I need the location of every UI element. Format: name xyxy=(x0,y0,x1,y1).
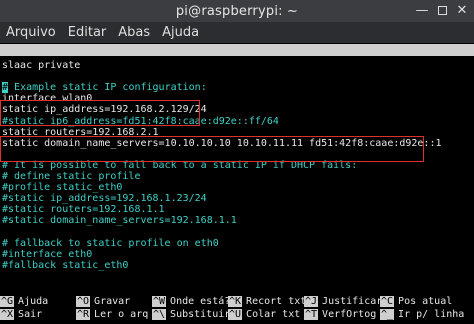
shortcut-label: Ler o arq xyxy=(94,309,149,320)
shortcut-label: Pos atual xyxy=(398,296,453,307)
maximize-icon[interactable] xyxy=(434,3,450,19)
editor-line: # define static profile xyxy=(2,171,141,182)
editor-line: slaac private xyxy=(2,60,81,71)
shortcut-key: ^G xyxy=(0,296,15,307)
shortcut-label: Recort txt xyxy=(246,296,307,307)
shortcut-item: ^X Sair xyxy=(0,309,42,321)
editor-line: #static ip_address=192.168.1.23/24 xyxy=(2,193,207,205)
close-icon[interactable]: ✕ xyxy=(454,3,470,19)
editor-line: static domain_name_servers=10.10.10.10 1… xyxy=(2,137,442,149)
editor-line: # fallback to static profile on eth0 xyxy=(2,237,219,249)
editor-line: #fallback static_eth0 xyxy=(2,259,129,271)
minimize-icon[interactable]: — xyxy=(414,3,430,19)
editor-line: #static domain_name_servers=192.168.1.1 xyxy=(2,215,237,227)
editor-line-text: Example static IP configuration: xyxy=(8,82,207,94)
shortcut-item: ^_ Ir p/ linha xyxy=(380,309,464,321)
editor-line: interface wlan0 xyxy=(2,93,93,105)
shortcut-item: ^\ Substituir xyxy=(152,309,230,321)
shortcut-key: ^T xyxy=(304,309,319,320)
menu-item-editar[interactable]: Editar xyxy=(68,25,107,40)
window-title: pi@raspberrypi: ~ xyxy=(175,3,299,19)
editor-line: # Example static IP configuration: xyxy=(2,82,207,94)
shortcut-item: ^G Ajuda xyxy=(0,296,48,308)
shortcut-item: ^K Recort txt xyxy=(228,296,306,308)
editor-line: # It is possible to fall back to a stati… xyxy=(2,159,358,171)
shortcut-label: Colar txt xyxy=(246,309,301,320)
shortcut-item: ^R Ler o arq xyxy=(76,309,148,321)
shortcut-key: ^U xyxy=(228,309,243,320)
editor-line: static routers=192.168.2.1 xyxy=(2,126,159,138)
editor-line: #static ip6_address=fd51:42f8:caae:d92e:… xyxy=(2,115,279,127)
shortcut-key: ^J xyxy=(304,296,319,307)
editor-line: #interface eth0 xyxy=(2,248,93,260)
shortcut-item: ^T VerfOrtog xyxy=(304,309,376,321)
shortcut-key: ^R xyxy=(76,309,91,320)
shortcut-item: ^J Justificar xyxy=(304,296,382,308)
shortcut-key: ^C xyxy=(380,296,395,307)
editor-line: static ip_address=192.168.2.129/24 xyxy=(2,104,207,116)
shortcut-label: Justificar xyxy=(322,296,383,307)
shortcut-label: Gravar xyxy=(94,296,131,307)
nano-header: GNU nano 3.2 /etc/dhcpcd.conf xyxy=(0,44,474,79)
shortcut-key: ^\ xyxy=(152,309,167,320)
shortcut-key: ^O xyxy=(76,296,91,307)
menu-bar: Arquivo Editar Abas Ajuda xyxy=(0,22,474,43)
menu-item-abas[interactable]: Abas xyxy=(118,25,150,40)
menu-item-ajuda[interactable]: Ajuda xyxy=(162,25,199,40)
shortcut-key: ^X xyxy=(0,309,15,320)
shortcut-label: Onde está? xyxy=(170,296,231,307)
shortcut-item: ^U Colar txt xyxy=(228,309,300,321)
shortcut-bar: ^G Ajuda ^O Gravar ^W Onde está? ^K Recort txt ^… xyxy=(0,294,474,324)
shortcut-key: ^W xyxy=(152,296,167,307)
shortcut-label: VerfOrtog xyxy=(322,309,377,320)
editor-area[interactable]: slaac private # Example static IP configu… xyxy=(0,56,474,292)
shortcut-label: Sair xyxy=(18,309,43,320)
editor-line: #profile static_eth0 xyxy=(2,182,123,194)
terminal-window: pi@raspberrypi: ~ — ✕ Arquivo Editar Aba… xyxy=(0,0,474,324)
shortcut-label: Substituir xyxy=(170,309,231,320)
editor-line: #static routers=192.168.1.1 xyxy=(2,204,165,216)
shortcut-label: Ir p/ linha xyxy=(398,309,465,320)
shortcut-item: ^O Gravar xyxy=(76,296,130,308)
menu-item-arquivo[interactable]: Arquivo xyxy=(6,25,56,40)
shortcut-label: Ajuda xyxy=(18,296,49,307)
shortcut-item: ^C Pos atual xyxy=(380,296,452,308)
shortcut-key: ^K xyxy=(228,296,243,307)
shortcut-item: ^W Onde está? xyxy=(152,296,230,308)
shortcut-key: ^_ xyxy=(380,309,395,320)
title-bar[interactable]: pi@raspberrypi: ~ — ✕ xyxy=(0,0,474,22)
